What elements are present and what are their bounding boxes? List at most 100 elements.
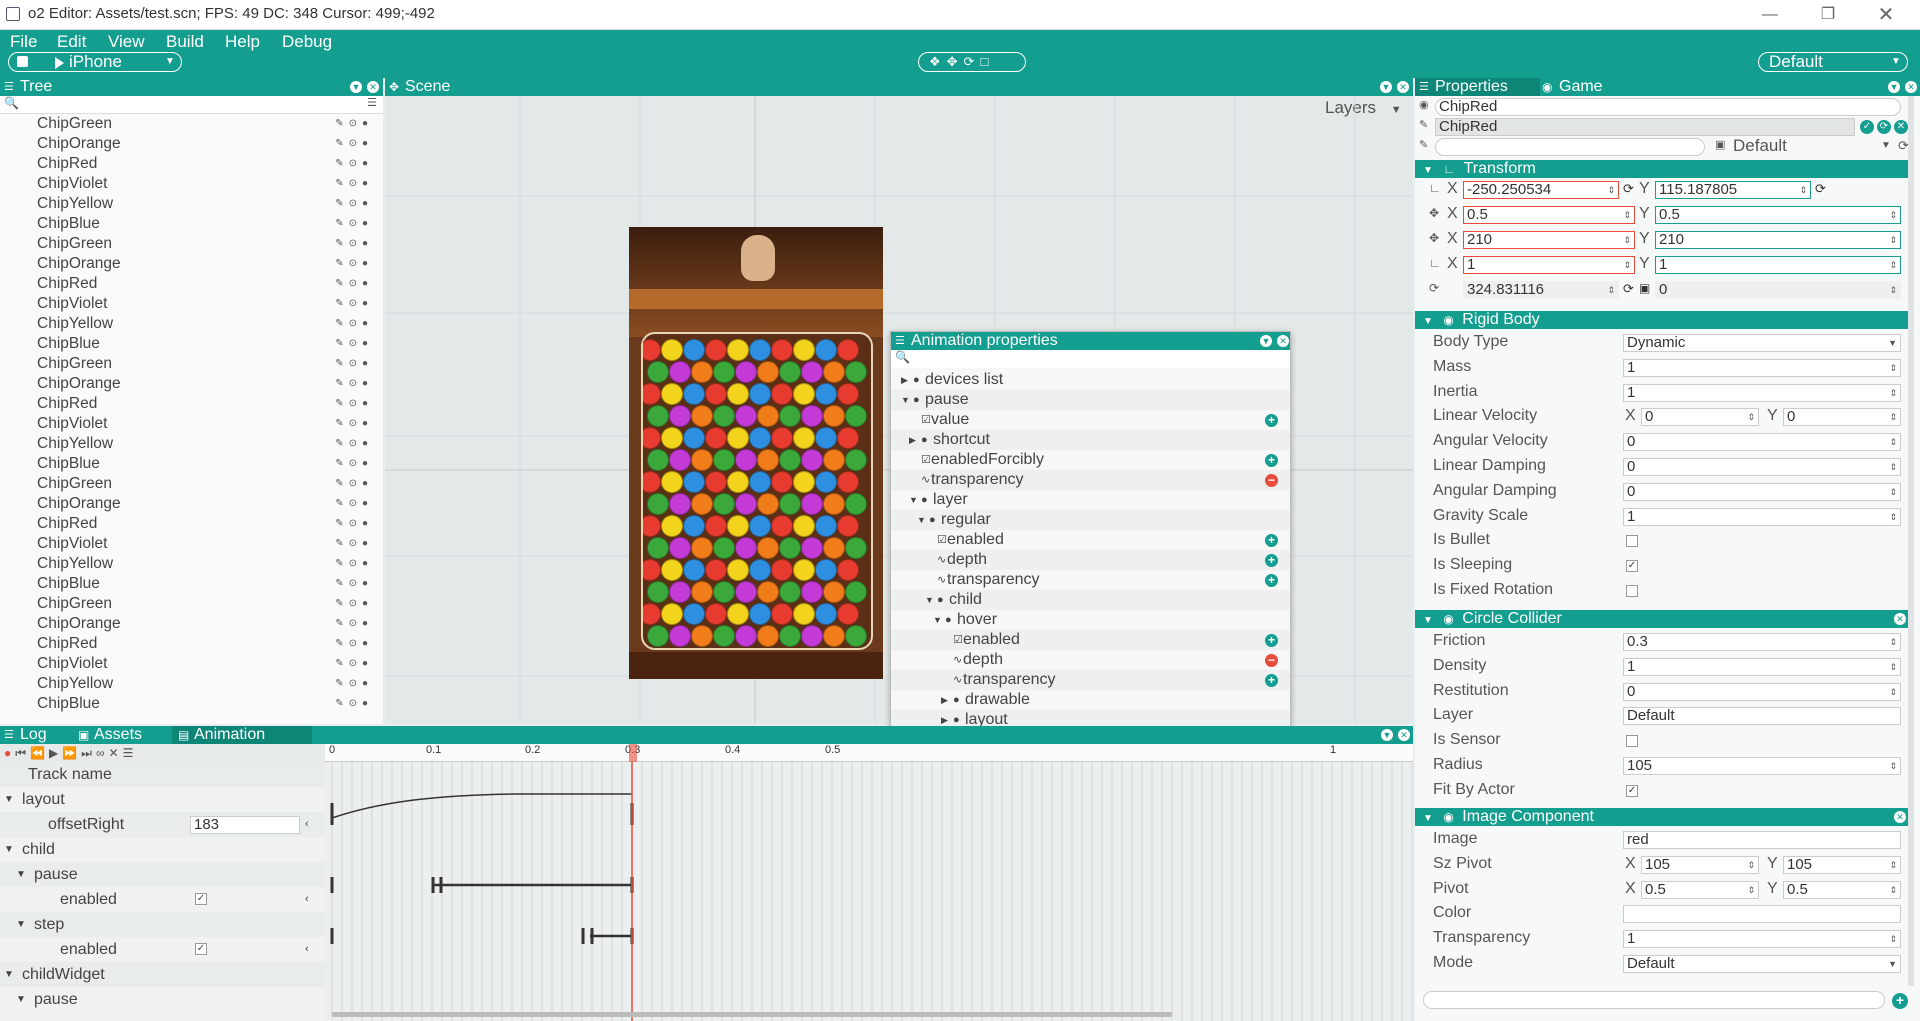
- property-field[interactable]: 1 ⇕: [1623, 930, 1901, 949]
- track-enabled-checkbox[interactable]: ✓: [195, 893, 207, 905]
- property-field[interactable]: [1623, 905, 1901, 924]
- chip-sprite[interactable]: [771, 427, 793, 449]
- chip-sprite[interactable]: [749, 427, 771, 449]
- property-x-field[interactable]: 105 ⇕: [1641, 855, 1759, 874]
- minimize-icon[interactable]: —: [1758, 4, 1782, 26]
- chip-sprite[interactable]: [713, 581, 735, 603]
- tree-item-icons[interactable]: ✎⊙●: [335, 614, 373, 634]
- chip-sprite[interactable]: [837, 383, 859, 405]
- chip-sprite[interactable]: [793, 515, 815, 537]
- add-track-icon[interactable]: +: [1265, 574, 1278, 587]
- minimize-panel-icon[interactable]: ▼: [1260, 335, 1272, 347]
- property-field[interactable]: 0.3 ⇕: [1623, 633, 1901, 651]
- spinner-icon[interactable]: ⇕: [1889, 282, 1897, 298]
- size-y-field[interactable]: 210 ⇕: [1655, 231, 1901, 249]
- track-enabled-checkbox[interactable]: ✓: [195, 943, 207, 955]
- chip-sprite[interactable]: [691, 581, 713, 603]
- collapse-icon[interactable]: ▼: [1423, 615, 1433, 626]
- anim-prop-row[interactable]: ∿ transparency +: [891, 670, 1290, 690]
- menu-icon[interactable]: ☰: [4, 726, 14, 744]
- property-field[interactable]: 0 ⇕: [1623, 682, 1901, 701]
- anim-prop-row[interactable]: ▼ ● pause: [891, 390, 1290, 410]
- chip-sprite[interactable]: [815, 559, 837, 581]
- chip-sprite[interactable]: [749, 383, 771, 405]
- property-dropdown[interactable]: Dynamic ▼: [1623, 334, 1901, 352]
- chip-sprite[interactable]: [845, 361, 867, 383]
- timeline-ruler[interactable]: 0 0.1 0.2 0.3 0.4 0.5 1: [325, 744, 1413, 762]
- chip-sprite[interactable]: [643, 339, 661, 361]
- chip-sprite[interactable]: [815, 603, 837, 625]
- chip-sprite[interactable]: [683, 383, 705, 405]
- spinner-icon[interactable]: ⇕: [1623, 207, 1631, 223]
- expanded-arrow-icon[interactable]: ▼: [917, 510, 926, 530]
- track-row[interactable]: enabled ✓ ‹: [0, 937, 325, 962]
- chip-sprite[interactable]: [793, 559, 815, 581]
- anim-prop-row[interactable]: ▼ ● layer: [891, 490, 1290, 510]
- expanded-arrow-icon[interactable]: ▼: [901, 390, 910, 410]
- chip-sprite[interactable]: [749, 339, 771, 361]
- chip-sprite[interactable]: [757, 493, 779, 515]
- add-track-icon[interactable]: +: [1265, 634, 1278, 647]
- depth-field[interactable]: 0 ⇕: [1655, 281, 1901, 299]
- chip-sprite[interactable]: [771, 559, 793, 581]
- property-x-field[interactable]: 0 ⇕: [1641, 408, 1759, 427]
- property-field[interactable]: 105 ⇕: [1623, 757, 1901, 775]
- tree-item-icons[interactable]: ✎⊙●: [335, 654, 373, 674]
- chip-sprite[interactable]: [779, 493, 801, 515]
- chip-sprite[interactable]: [683, 603, 705, 625]
- tree-item[interactable]: ChipRed ✎⊙●: [0, 514, 383, 534]
- spinner-icon[interactable]: ⇕: [1889, 684, 1897, 700]
- anim-prop-row[interactable]: ▼ ● regular: [891, 510, 1290, 530]
- tree-item[interactable]: ChipYellow ✎⊙●: [0, 314, 383, 334]
- tree-item-icons[interactable]: ✎⊙●: [335, 294, 373, 314]
- chevron-down-icon[interactable]: ▼: [1888, 956, 1897, 972]
- tree-item[interactable]: ChipYellow ✎⊙●: [0, 194, 383, 214]
- chip-sprite[interactable]: [837, 471, 859, 493]
- chip-sprite[interactable]: [643, 471, 661, 493]
- timeline-area[interactable]: [325, 762, 1413, 1021]
- tab-assets[interactable]: Assets: [94, 726, 142, 744]
- add-track-icon[interactable]: +: [1265, 554, 1278, 567]
- chip-sprite[interactable]: [793, 471, 815, 493]
- tab-game[interactable]: Game: [1559, 78, 1603, 96]
- chip-sprite[interactable]: [801, 493, 823, 515]
- anim-prop-row[interactable]: ∿ transparency −: [891, 470, 1290, 490]
- chip-sprite[interactable]: [749, 559, 771, 581]
- chip-sprite[interactable]: [771, 603, 793, 625]
- track-row[interactable]: ▼ pause: [0, 987, 325, 1012]
- menu-debug[interactable]: Debug: [282, 31, 332, 53]
- chip-sprite[interactable]: [691, 361, 713, 383]
- transform-header[interactable]: ▼ ∟ Transform: [1415, 160, 1912, 178]
- expanded-arrow-icon[interactable]: ▼: [16, 862, 26, 887]
- chip-sprite[interactable]: [643, 383, 661, 405]
- chip-sprite[interactable]: [757, 361, 779, 383]
- chip-sprite[interactable]: [815, 515, 837, 537]
- tree-item-icons[interactable]: ✎⊙●: [335, 494, 373, 514]
- add-key-icon[interactable]: ‹: [305, 812, 309, 837]
- chip-sprite[interactable]: [643, 427, 661, 449]
- spinner-icon[interactable]: ⇕: [1889, 385, 1897, 401]
- tree-item-icons[interactable]: ✎⊙●: [335, 594, 373, 614]
- tree-item-icons[interactable]: ✎⊙●: [335, 474, 373, 494]
- tree-item-icons[interactable]: ✎⊙●: [335, 274, 373, 294]
- chip-sprite[interactable]: [823, 361, 845, 383]
- chip-sprite[interactable]: [823, 537, 845, 559]
- close-panel-icon[interactable]: ✕: [367, 81, 379, 93]
- apply-icon[interactable]: ✓: [1860, 120, 1874, 134]
- property-field[interactable]: 0 ⇕: [1623, 458, 1901, 476]
- chip-sprite[interactable]: [793, 603, 815, 625]
- tree-item[interactable]: ChipYellow ✎⊙●: [0, 674, 383, 694]
- menu-edit[interactable]: Edit: [57, 31, 86, 53]
- remove-component-icon[interactable]: ✕: [1894, 811, 1906, 823]
- tree-item[interactable]: ChipRed ✎⊙●: [0, 274, 383, 294]
- tree-item-icons[interactable]: ✎⊙●: [335, 354, 373, 374]
- chip-sprite[interactable]: [771, 515, 793, 537]
- track-row[interactable]: ▼ layout: [0, 787, 325, 812]
- spinner-icon[interactable]: ⇕: [1889, 634, 1897, 650]
- property-checkbox[interactable]: [1626, 735, 1638, 748]
- chip-sprite[interactable]: [801, 625, 823, 647]
- curve-tools-icon[interactable]: ∞✕☰: [96, 746, 137, 760]
- track-value-field[interactable]: 183: [190, 816, 300, 834]
- chip-sprite[interactable]: [705, 559, 727, 581]
- chip-sprite[interactable]: [749, 515, 771, 537]
